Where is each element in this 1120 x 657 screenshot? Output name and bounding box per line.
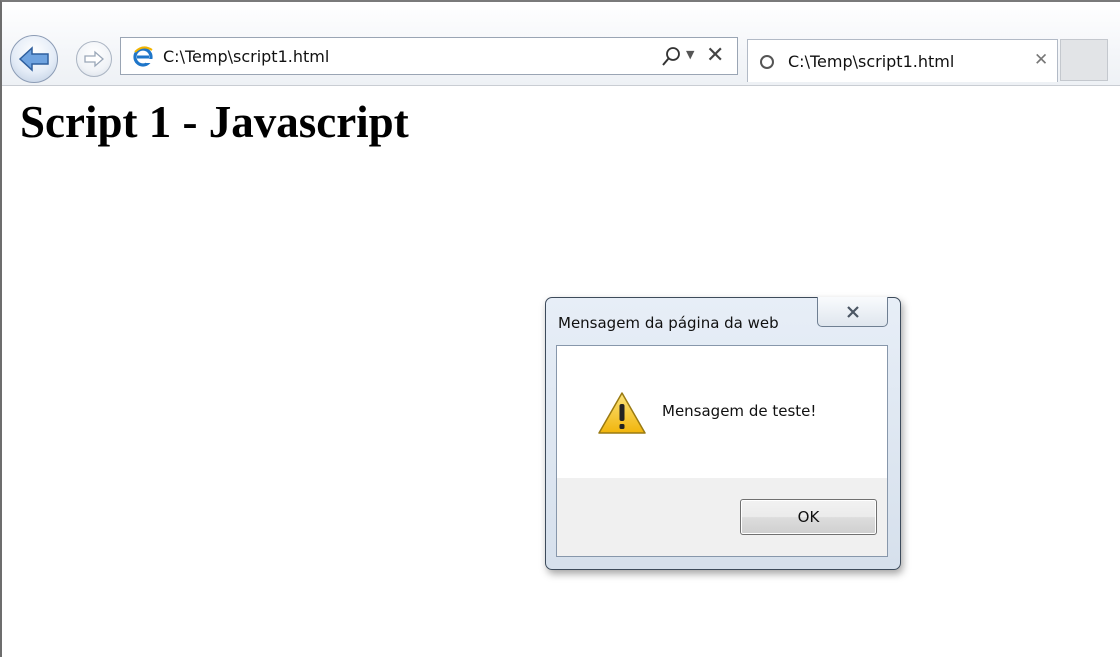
dialog-message: Mensagem de teste! [662, 402, 817, 420]
stop-icon[interactable]: ✕ [706, 43, 724, 68]
forward-arrow-icon [84, 50, 104, 68]
back-button[interactable] [10, 35, 58, 83]
search-icon[interactable] [661, 46, 681, 68]
tab-title: C:\Temp\script1.html [788, 52, 955, 71]
address-bar[interactable]: C:\Temp\script1.html ▼ ✕ [120, 37, 738, 75]
dialog-body: Mensagem de teste! OK [556, 345, 888, 557]
browser-toolbar: C:\Temp\script1.html ▼ ✕ C:\Temp\script1… [2, 2, 1120, 86]
alert-dialog: Mensagem da página da web Mensagem de te… [545, 297, 901, 570]
forward-button[interactable] [76, 41, 112, 77]
new-tab-button[interactable] [1060, 39, 1108, 81]
dialog-footer: OK [557, 478, 887, 556]
dropdown-icon[interactable]: ▼ [686, 48, 694, 61]
loading-icon [760, 55, 774, 69]
warning-icon [598, 392, 646, 434]
close-icon[interactable]: ✕ [1034, 50, 1048, 70]
dialog-close-button[interactable] [817, 297, 888, 327]
ok-button[interactable]: OK [740, 499, 877, 535]
close-icon [846, 305, 859, 318]
page-title: Script 1 - Javascript [20, 97, 409, 147]
tab-active[interactable]: C:\Temp\script1.html ✕ [747, 39, 1058, 82]
back-arrow-icon [18, 46, 49, 72]
address-text[interactable]: C:\Temp\script1.html [163, 47, 329, 66]
internet-explorer-icon [133, 46, 153, 67]
dialog-title: Mensagem da página da web [558, 314, 779, 332]
